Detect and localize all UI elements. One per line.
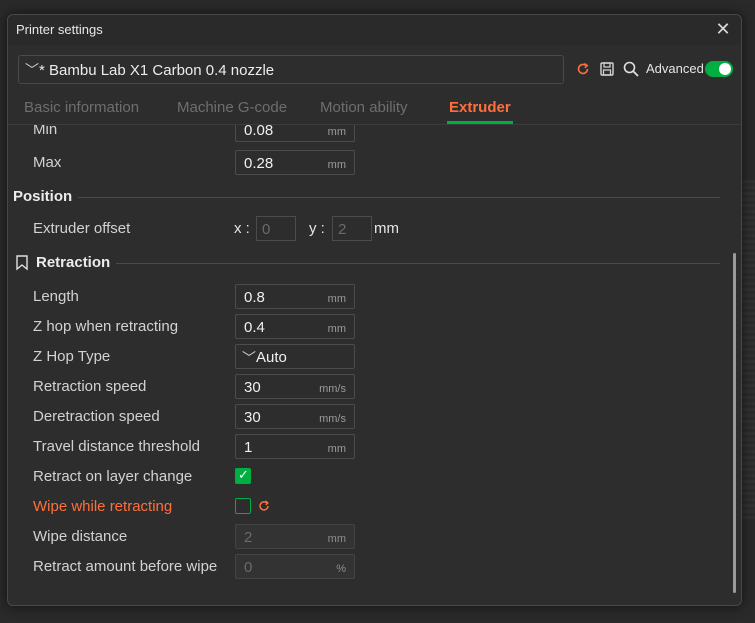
offset-y-value: 2 bbox=[338, 221, 347, 238]
extruder-offset-label: Extruder offset bbox=[33, 220, 131, 237]
tab-extruder[interactable]: Extruder bbox=[449, 99, 511, 116]
undo-icon[interactable] bbox=[256, 498, 272, 514]
retract-before-wipe-row: Retract amount before wipe 0 % bbox=[8, 554, 728, 580]
z-hop-type-value: Auto bbox=[256, 349, 287, 366]
retraction-speed-input[interactable]: 30 mm/s bbox=[235, 374, 355, 399]
z-hop-type-label: Z Hop Type bbox=[33, 348, 111, 365]
bookmark-icon bbox=[15, 255, 29, 271]
min-unit: mm bbox=[327, 126, 346, 138]
retraction-speed-row: Retraction speed 30 mm/s bbox=[8, 374, 728, 400]
deretraction-speed-value: 30 bbox=[244, 409, 261, 426]
wipe-checkbox[interactable] bbox=[235, 498, 251, 514]
offset-y-input[interactable]: 2 bbox=[332, 216, 372, 241]
layer-height-max-row: Max 0.28 mm bbox=[8, 150, 728, 176]
retract-before-wipe-label: Retract amount before wipe bbox=[33, 558, 218, 575]
z-hop-type-row: Z Hop Type ﹀ Auto bbox=[8, 344, 728, 370]
min-label: Min bbox=[33, 125, 58, 138]
title-bar: Printer settings ✕ bbox=[8, 15, 741, 45]
retract-before-wipe-value: 0 bbox=[244, 559, 253, 576]
retract-layer-change-checkbox[interactable]: ✓ bbox=[235, 467, 251, 484]
max-input[interactable]: 0.28 mm bbox=[235, 150, 355, 175]
travel-threshold-label: Travel distance threshold bbox=[33, 438, 201, 455]
undo-icon[interactable] bbox=[574, 60, 592, 78]
z-hop-unit: mm bbox=[327, 323, 346, 335]
retract-layer-change-row: Retract on layer change ✓ bbox=[8, 464, 728, 490]
section-divider bbox=[116, 263, 720, 264]
retraction-length-row: Length 0.8 mm bbox=[8, 284, 728, 310]
retraction-title: Retraction bbox=[36, 254, 111, 271]
preset-row: ﹀ * Bambu Lab X1 Carbon 0.4 nozzle Advan… bbox=[18, 55, 733, 85]
length-unit: mm bbox=[327, 293, 346, 305]
retraction-speed-label: Retraction speed bbox=[33, 378, 147, 395]
wipe-distance-label: Wipe distance bbox=[33, 528, 128, 545]
advanced-label: Advanced bbox=[646, 61, 704, 76]
z-hop-label: Z hop when retracting bbox=[33, 318, 179, 335]
travel-threshold-value: 1 bbox=[244, 439, 253, 456]
settings-content: Min 0.08 mm Max 0.28 mm Position Extrude… bbox=[8, 125, 741, 605]
travel-threshold-row: Travel distance threshold 1 mm bbox=[8, 434, 728, 460]
max-unit: mm bbox=[327, 159, 346, 171]
travel-threshold-unit: mm bbox=[327, 443, 346, 455]
toggle-knob bbox=[719, 63, 731, 75]
x-label: x : bbox=[234, 220, 250, 237]
advanced-toggle[interactable] bbox=[705, 61, 733, 77]
deretraction-speed-input[interactable]: 30 mm/s bbox=[235, 404, 355, 429]
length-value: 0.8 bbox=[244, 289, 265, 306]
save-icon[interactable] bbox=[598, 60, 616, 78]
position-section-header: Position bbox=[8, 186, 720, 210]
position-title: Position bbox=[13, 188, 73, 205]
retraction-section-header: Retraction bbox=[8, 252, 720, 276]
wipe-distance-value: 2 bbox=[244, 529, 253, 546]
max-value: 0.28 bbox=[244, 155, 274, 172]
section-divider bbox=[78, 197, 720, 198]
scrollbar[interactable] bbox=[733, 253, 736, 593]
window-title: Printer settings bbox=[16, 22, 103, 37]
deretraction-speed-row: Deretraction speed 30 mm/s bbox=[8, 404, 728, 430]
preset-name: * Bambu Lab X1 Carbon 0.4 nozzle bbox=[39, 62, 275, 79]
wipe-row: Wipe while retracting bbox=[8, 494, 728, 520]
chevron-down-icon: ﹀ bbox=[25, 62, 39, 78]
close-button[interactable]: ✕ bbox=[713, 19, 733, 39]
offset-x-input[interactable]: 0 bbox=[256, 216, 296, 241]
wipe-distance-unit: mm bbox=[327, 533, 346, 545]
z-hop-value: 0.4 bbox=[244, 319, 265, 336]
deretraction-speed-unit: mm/s bbox=[319, 413, 346, 425]
check-icon: ✓ bbox=[238, 467, 249, 482]
tab-machine-gcode[interactable]: Machine G-code bbox=[177, 99, 287, 116]
chevron-down-icon: ﹀ bbox=[242, 350, 256, 366]
z-hop-row: Z hop when retracting 0.4 mm bbox=[8, 314, 728, 340]
length-input[interactable]: 0.8 mm bbox=[235, 284, 355, 309]
deretraction-speed-label: Deretraction speed bbox=[33, 408, 160, 425]
extruder-offset-row: Extruder offset x : 0 y : 2 mm bbox=[8, 216, 728, 242]
retract-before-wipe-unit: % bbox=[336, 563, 346, 575]
min-input[interactable]: 0.08 mm bbox=[235, 125, 355, 142]
wipe-distance-row: Wipe distance 2 mm bbox=[8, 524, 728, 550]
preset-dropdown[interactable]: ﹀ * Bambu Lab X1 Carbon 0.4 nozzle bbox=[18, 55, 564, 84]
z-hop-type-dropdown[interactable]: ﹀ Auto bbox=[235, 344, 355, 369]
min-value: 0.08 bbox=[244, 125, 274, 139]
y-label: y : bbox=[309, 220, 325, 237]
retract-before-wipe-input[interactable]: 0 % bbox=[235, 554, 355, 579]
search-icon[interactable] bbox=[622, 60, 640, 78]
tab-basic-information[interactable]: Basic information bbox=[24, 99, 139, 116]
wipe-distance-input[interactable]: 2 mm bbox=[235, 524, 355, 549]
z-hop-input[interactable]: 0.4 mm bbox=[235, 314, 355, 339]
printer-settings-dialog: Printer settings ✕ ﹀ * Bambu Lab X1 Carb… bbox=[7, 14, 742, 606]
offset-x-value: 0 bbox=[262, 221, 271, 238]
tab-bar: Basic information Machine G-code Motion … bbox=[8, 99, 741, 125]
max-label: Max bbox=[33, 154, 62, 171]
retract-layer-change-label: Retract on layer change bbox=[33, 468, 193, 485]
tab-motion-ability[interactable]: Motion ability bbox=[320, 99, 408, 116]
layer-height-min-row: Min 0.08 mm bbox=[8, 125, 728, 143]
travel-threshold-input[interactable]: 1 mm bbox=[235, 434, 355, 459]
offset-unit: mm bbox=[374, 220, 399, 237]
retraction-speed-unit: mm/s bbox=[319, 383, 346, 395]
length-label: Length bbox=[33, 288, 79, 305]
wipe-label: Wipe while retracting bbox=[33, 498, 173, 515]
retraction-speed-value: 30 bbox=[244, 379, 261, 396]
